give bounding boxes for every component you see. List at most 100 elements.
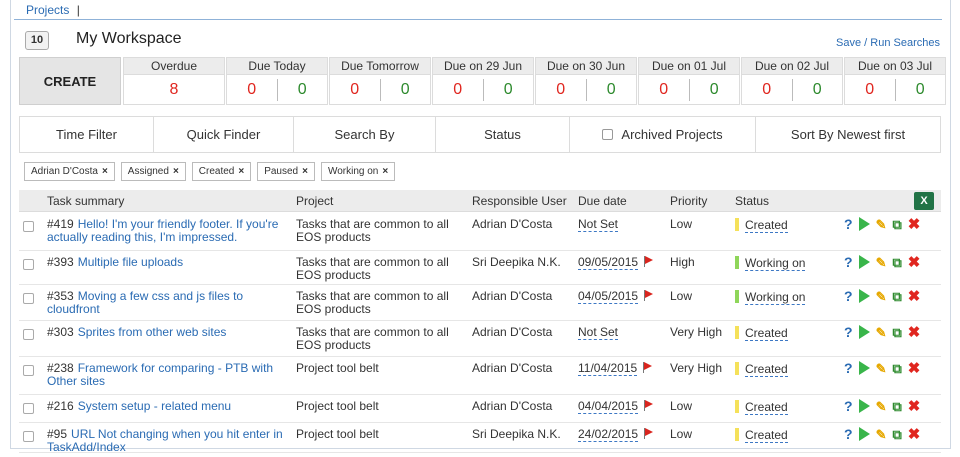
copy-icon[interactable]: ⧉ [892,326,901,339]
completed-count[interactable]: 0 [484,81,534,99]
due-date-value[interactable]: Not Set [578,217,619,232]
row-checkbox[interactable] [23,403,34,414]
play-icon[interactable] [858,289,870,303]
copy-icon[interactable]: ⧉ [892,218,901,231]
completed-count[interactable]: 0 [587,81,637,99]
help-icon[interactable]: ? [844,361,853,375]
copy-icon[interactable]: ⧉ [892,400,901,413]
column-status[interactable]: Status [735,190,769,212]
close-icon[interactable]: × [382,166,388,177]
overdue-count[interactable]: 0 [536,81,586,99]
delete-icon[interactable]: ✖ [908,255,921,270]
status-value[interactable]: Working on [745,256,806,271]
status-value[interactable]: Working on [745,290,806,305]
overdue-count[interactable]: 0 [845,81,895,99]
copy-icon[interactable]: ⧉ [892,362,901,375]
task-title-link[interactable]: System setup - related menu [78,399,231,413]
edit-icon[interactable]: ✎ [876,428,887,441]
status-value[interactable]: Created [745,400,788,415]
copy-icon[interactable]: ⧉ [892,290,901,303]
overdue-count[interactable]: 0 [742,81,792,99]
task-title-link[interactable]: Framework for comparing - PTB with Other… [47,361,273,388]
column-project[interactable]: Project [296,190,333,212]
help-icon[interactable]: ? [844,289,853,303]
play-icon[interactable] [858,325,870,339]
column-priority[interactable]: Priority [670,190,707,212]
status-tab[interactable]: Status [436,117,570,152]
due-date-value[interactable]: 09/05/2015 [578,255,639,270]
due-bucket[interactable]: Due Today 0 0 [226,57,328,105]
breadcrumb-projects-link[interactable]: Projects [26,3,69,17]
row-checkbox[interactable] [23,259,34,270]
due-bucket[interactable]: Due Tomorrow 0 0 [329,57,431,105]
quick-finder-tab[interactable]: Quick Finder [154,117,294,152]
delete-icon[interactable]: ✖ [908,427,921,442]
play-icon[interactable] [858,217,870,231]
delete-icon[interactable]: ✖ [908,361,921,376]
completed-count[interactable]: 0 [896,81,946,99]
create-button[interactable]: CREATE [19,57,121,105]
close-icon[interactable]: × [102,166,108,177]
help-icon[interactable]: ? [844,325,853,339]
time-filter-tab[interactable]: Time Filter [20,117,154,152]
overdue-count[interactable]: 8 [124,81,224,99]
due-date-value[interactable]: Not Set [578,325,619,340]
row-checkbox[interactable] [23,221,34,232]
task-title-link[interactable]: Moving a few css and js files to cloudfr… [47,289,243,316]
row-checkbox[interactable] [23,293,34,304]
status-value[interactable]: Created [745,362,788,377]
archived-projects-toggle[interactable]: Archived Projects [570,117,756,152]
archived-checkbox[interactable] [602,129,614,140]
edit-icon[interactable]: ✎ [876,362,887,375]
due-bucket[interactable]: Due on 30 Jun 0 0 [535,57,637,105]
completed-count[interactable]: 0 [278,81,328,99]
overdue-count[interactable]: 0 [227,81,277,99]
overdue-count[interactable]: 0 [433,81,483,99]
row-checkbox[interactable] [23,431,34,442]
completed-count[interactable]: 0 [793,81,843,99]
save-run-searches-link[interactable]: Save / Run Searches [836,37,940,49]
play-icon[interactable] [858,361,870,375]
play-icon[interactable] [858,399,870,413]
due-bucket[interactable]: Due on 02 Jul 0 0 [741,57,843,105]
column-task-summary[interactable]: Task summary [47,190,124,212]
column-responsible-user[interactable]: Responsible User [472,190,567,212]
task-title-link[interactable]: Hello! I'm your friendly footer. If you'… [47,217,278,244]
help-icon[interactable]: ? [844,427,853,441]
due-date-value[interactable]: 04/04/2015 [578,399,639,414]
status-value[interactable]: Created [745,218,788,233]
completed-count[interactable]: 0 [690,81,740,99]
task-title-link[interactable]: URL Not changing when you hit enter in T… [47,427,283,454]
close-icon[interactable]: × [302,166,308,177]
due-date-value[interactable]: 11/04/2015 [578,361,638,376]
row-checkbox[interactable] [23,365,34,376]
task-title-link[interactable]: Multiple file uploads [78,255,183,269]
delete-icon[interactable]: ✖ [908,399,921,414]
overdue-count[interactable]: 0 [330,81,380,99]
due-bucket[interactable]: Due on 01 Jul 0 0 [638,57,740,105]
due-date-value[interactable]: 24/02/2015 [578,427,639,442]
delete-icon[interactable]: ✖ [908,217,921,232]
close-icon[interactable]: × [238,166,244,177]
row-checkbox[interactable] [23,329,34,340]
delete-icon[interactable]: ✖ [908,325,921,340]
help-icon[interactable]: ? [844,255,853,269]
edit-icon[interactable]: ✎ [876,256,887,269]
sort-newest-tab[interactable]: Sort By Newest first [756,117,940,152]
status-value[interactable]: Created [745,428,788,443]
completed-count[interactable]: 0 [381,81,431,99]
due-date-value[interactable]: 04/05/2015 [578,289,639,304]
edit-icon[interactable]: ✎ [876,400,887,413]
delete-icon[interactable]: ✖ [908,289,921,304]
help-icon[interactable]: ? [844,399,853,413]
task-title-link[interactable]: Sprites from other web sites [78,325,227,339]
copy-icon[interactable]: ⧉ [892,256,901,269]
status-value[interactable]: Created [745,326,788,341]
play-icon[interactable] [858,427,870,441]
play-icon[interactable] [858,255,870,269]
column-due-date[interactable]: Due date [578,190,627,212]
close-icon[interactable]: × [173,166,179,177]
edit-icon[interactable]: ✎ [876,290,887,303]
search-by-tab[interactable]: Search By [294,117,436,152]
excel-icon[interactable]: X [914,192,934,210]
